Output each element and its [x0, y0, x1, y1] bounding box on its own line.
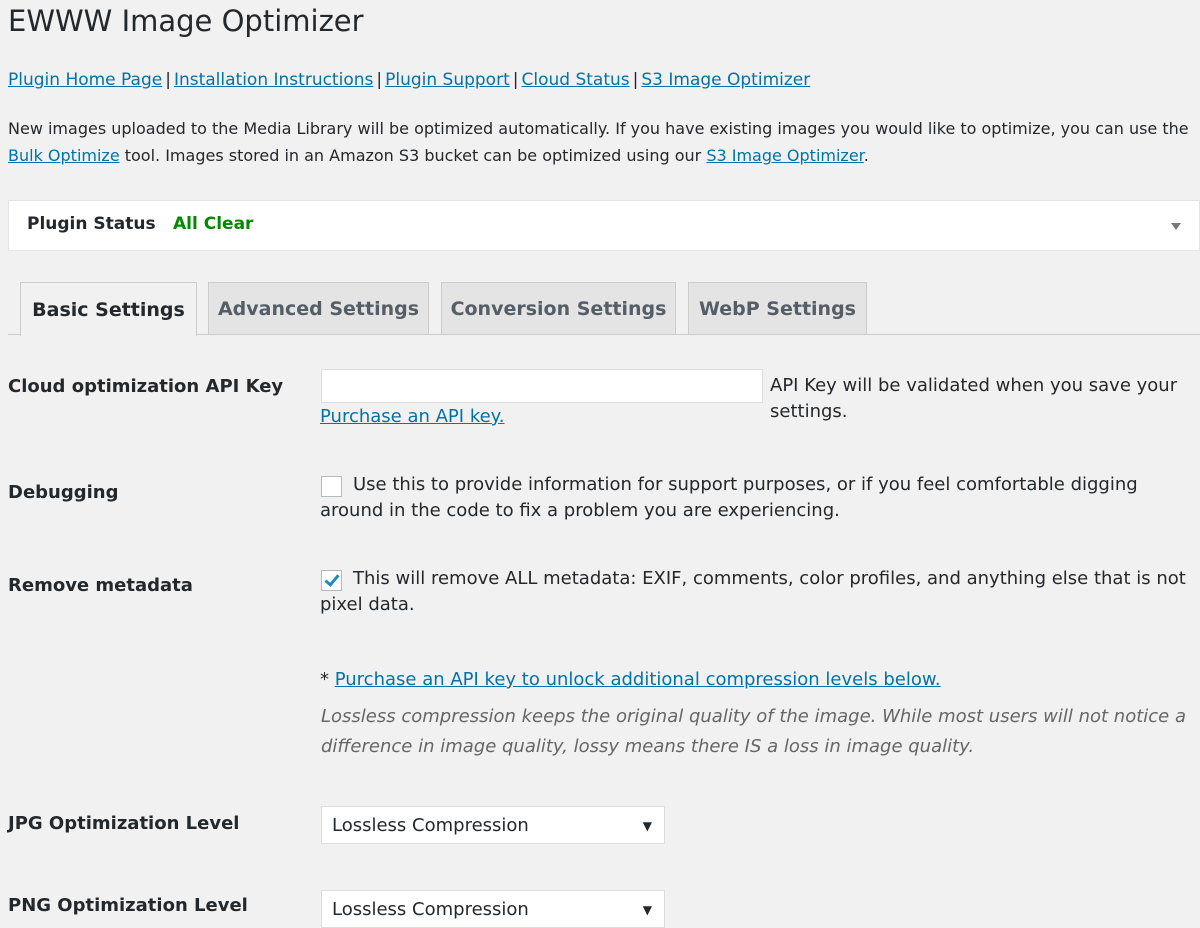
dropdown-arrow-icon: ▼	[642, 819, 652, 833]
debugging-label: Debugging	[8, 482, 119, 503]
purchase-api-key-compression-link[interactable]: Purchase an API key to unlock additional…	[335, 669, 941, 690]
remove-metadata-label: Remove metadata	[8, 575, 193, 596]
jpg-level-select[interactable]: Lossless Compression ▼	[321, 806, 665, 844]
tab-basic-settings[interactable]: Basic Settings	[20, 282, 197, 336]
cloud-status-link[interactable]: Cloud Status	[521, 70, 629, 90]
plugin-status-value: All Clear	[173, 214, 254, 234]
tab-advanced-settings[interactable]: Advanced Settings	[208, 282, 429, 334]
intro-text-1: New images uploaded to the Media Library…	[8, 119, 1189, 138]
png-level-selected: Lossless Compression	[332, 898, 529, 920]
installation-instructions-link[interactable]: Installation Instructions	[174, 70, 373, 90]
tab-conversion-settings[interactable]: Conversion Settings	[441, 282, 676, 334]
api-key-label: Cloud optimization API Key	[8, 376, 284, 397]
link-separator: |	[632, 70, 639, 90]
intro-text-2: tool. Images stored in an Amazon S3 buck…	[119, 146, 707, 165]
link-separator: |	[165, 70, 171, 90]
jpg-level-label: JPG Optimization Level	[8, 813, 240, 834]
jpg-level-selected: Lossless Compression	[332, 814, 529, 836]
page-title: EWWW Image Optimizer	[8, 4, 364, 38]
intro-text-3: .	[863, 146, 869, 165]
dropdown-arrow-icon: ▼	[642, 903, 652, 917]
bulk-optimize-link[interactable]: Bulk Optimize	[8, 146, 120, 165]
link-separator: |	[512, 70, 519, 90]
api-key-input[interactable]	[321, 369, 763, 403]
compression-explanation: Lossless compression keeps the original …	[321, 706, 1187, 757]
asterisk: *	[320, 669, 335, 690]
remove-metadata-description: This will remove ALL metadata: EXIF, com…	[320, 568, 1186, 615]
api-key-help-2: Purchase an API key.	[320, 404, 1190, 430]
png-level-label: PNG Optimization Level	[8, 895, 248, 916]
intro-paragraph: New images uploaded to the Media Library…	[8, 115, 1198, 169]
plugin-status-panel[interactable]: Plugin Status All Clear	[8, 200, 1200, 251]
debugging-description: Use this to provide information for supp…	[320, 474, 1138, 521]
plugin-status-label: Plugin Status	[27, 214, 156, 234]
plugin-home-page-link[interactable]: Plugin Home Page	[8, 70, 162, 90]
plugin-links: Plugin Home Page | Installation Instructio…	[8, 70, 810, 90]
compression-note: * Purchase an API key to unlock addition…	[320, 667, 1190, 693]
tab-webp-settings[interactable]: WebP Settings	[688, 282, 867, 334]
link-separator: |	[376, 70, 383, 90]
plugin-support-link[interactable]: Plugin Support	[385, 70, 510, 90]
purchase-api-key-link[interactable]: Purchase an API key.	[320, 406, 504, 427]
s3-image-optimizer-link[interactable]: S3 Image Optimizer	[641, 70, 810, 90]
png-level-select[interactable]: Lossless Compression ▼	[321, 890, 665, 928]
s3-image-optimizer-intro-link[interactable]: S3 Image Optimizer	[706, 146, 863, 165]
triangle-down-icon[interactable]	[1171, 223, 1181, 230]
